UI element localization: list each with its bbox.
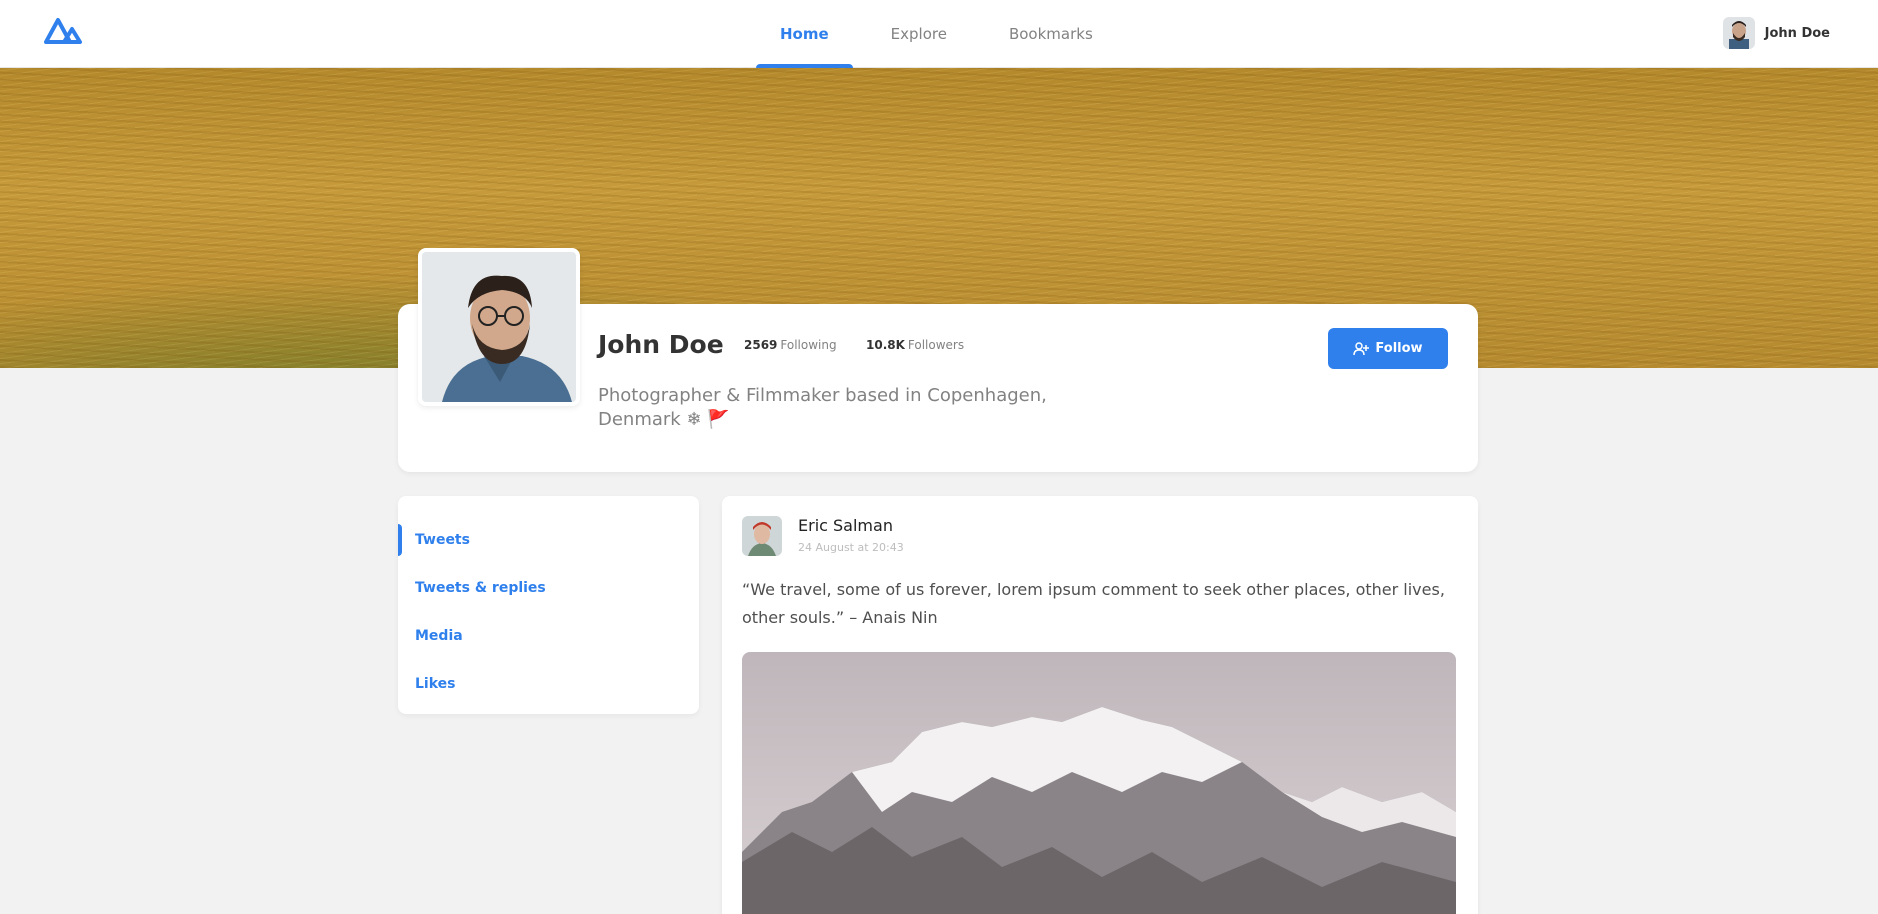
bio-line-1: Photographer & Filmmaker based in Copenh…: [598, 385, 1047, 406]
bio-line-2: Denmark ❄ 🚩: [598, 409, 730, 430]
followers-stat[interactable]: 10.8K Followers: [866, 338, 964, 352]
avatar: [1722, 17, 1755, 49]
profile-name: John Doe: [598, 330, 724, 359]
tweet-text: “We travel, some of us forever, lorem ip…: [742, 580, 1445, 627]
tweet-timestamp: 24 August at 20:43: [798, 541, 904, 554]
top-navbar: Home Explore Bookmarks John Doe: [0, 0, 1878, 68]
tweet-card: Eric Salman 24 August at 20:43 “We trave…: [722, 496, 1478, 914]
add-user-icon: [1353, 341, 1370, 355]
profile-bio: Photographer & Filmmaker based in Copenh…: [598, 384, 1058, 432]
tab-bookmarks-label: Bookmarks: [1008, 25, 1093, 43]
tab-explore[interactable]: Explore: [853, 0, 985, 68]
filter-media[interactable]: Media: [398, 612, 699, 660]
followers-count: 10.8K: [866, 338, 905, 352]
filter-likes-label: Likes: [415, 676, 456, 692]
tab-bookmarks[interactable]: Bookmarks: [985, 0, 1117, 68]
follow-button-label: Follow: [1375, 341, 1423, 356]
mountain-logo-icon[interactable]: [42, 14, 86, 48]
tab-explore-label: Explore: [890, 25, 947, 43]
filter-tweets-replies-label: Tweets & replies: [415, 580, 546, 596]
tab-home-label: Home: [780, 25, 829, 43]
following-stat[interactable]: 2569 Following: [744, 338, 837, 352]
tweet-image[interactable]: [742, 652, 1456, 914]
filter-likes[interactable]: Likes: [398, 660, 699, 708]
tweet-author-name[interactable]: Eric Salman: [798, 516, 893, 535]
main-nav-tabs: Home Explore Bookmarks: [756, 0, 1117, 68]
followers-label: Followers: [907, 338, 965, 352]
following-count: 2569: [744, 338, 778, 352]
follow-button[interactable]: Follow: [1328, 328, 1448, 369]
filter-tweets-replies[interactable]: Tweets & replies: [398, 564, 699, 612]
user-menu[interactable]: John Doe: [1722, 16, 1830, 50]
tweet-filter-nav: Tweets Tweets & replies Media Likes: [398, 496, 699, 714]
user-name: John Doe: [1764, 25, 1830, 41]
filter-tweets[interactable]: Tweets: [398, 516, 699, 564]
profile-photo: [418, 248, 580, 406]
tab-home[interactable]: Home: [756, 0, 853, 68]
tweet-author-avatar[interactable]: [742, 516, 782, 556]
following-label: Following: [780, 338, 837, 352]
filter-media-label: Media: [415, 628, 463, 644]
filter-tweets-label: Tweets: [415, 532, 470, 548]
